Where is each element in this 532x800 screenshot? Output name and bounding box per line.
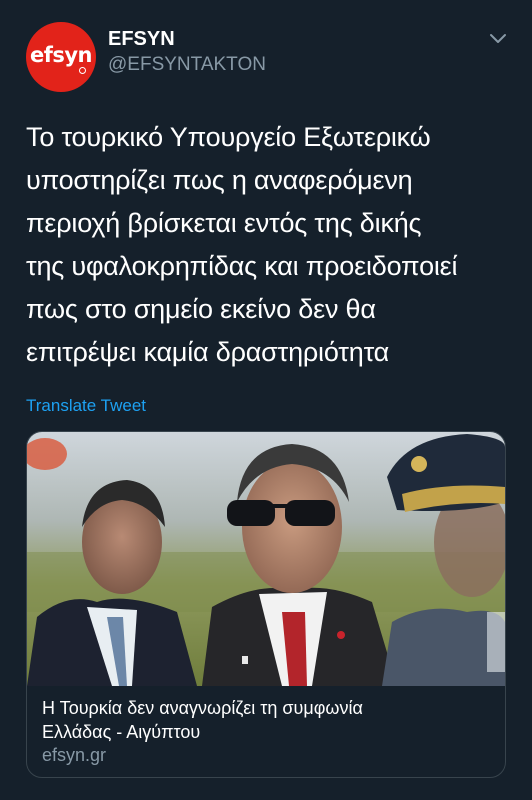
- tweet-text: Το τουρκικό Υπουργείο Εξωτερικώ υποστηρί…: [26, 122, 458, 367]
- tweet: efsyn EFSYN @EFSYNTAKTON Το τουρκικό Υπο…: [0, 0, 532, 800]
- avatar[interactable]: efsyn: [26, 22, 96, 92]
- link-card[interactable]: Η Τουρκία δεν αναγνωρίζει τη συμφωνία Ελ…: [26, 431, 506, 778]
- chevron-down-icon[interactable]: [488, 28, 508, 48]
- card-image: [27, 432, 505, 686]
- translate-tweet-link[interactable]: Translate Tweet: [26, 396, 146, 416]
- account-handle[interactable]: @EFSYNTAKTON: [108, 54, 266, 76]
- card-title: Η Τουρκία δεν αναγνωρίζει τη συμφωνία Ελ…: [42, 698, 363, 742]
- registered-mark-icon: [79, 67, 86, 74]
- display-name[interactable]: EFSYN: [108, 28, 175, 51]
- card-domain: efsyn.gr: [42, 745, 107, 765]
- avatar-logo-text: efsyn: [29, 43, 93, 67]
